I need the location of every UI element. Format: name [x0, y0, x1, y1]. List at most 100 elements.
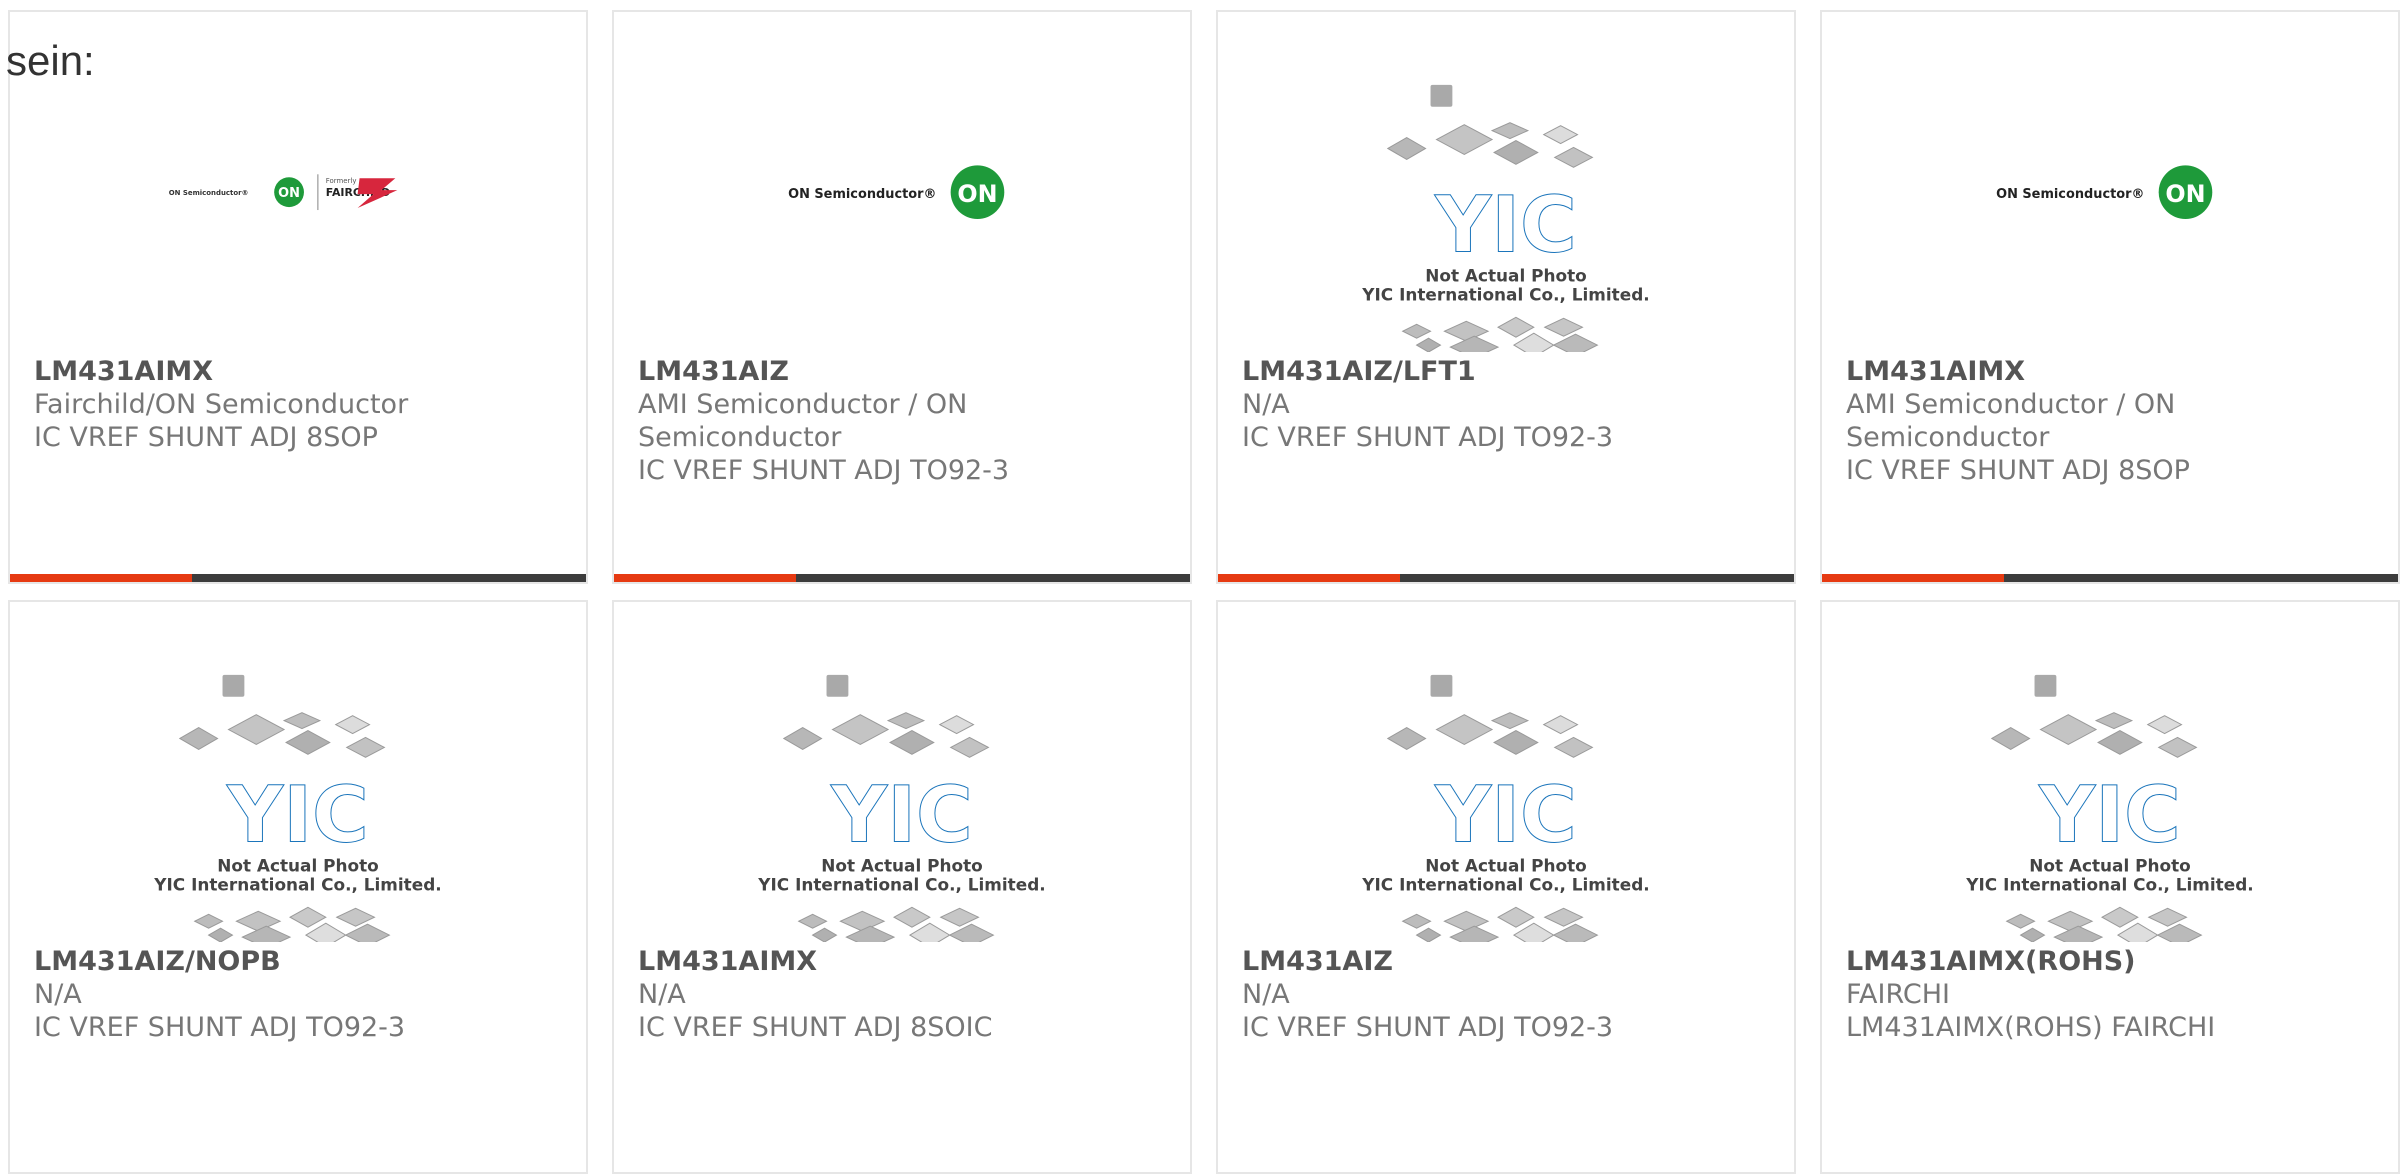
chip-icon [1552, 923, 1599, 942]
product-card[interactable]: ON Semiconductor® ON LM431AIZ AMI Semicondu… [612, 10, 1192, 584]
card-accent-bar [614, 574, 796, 582]
part-number[interactable]: LM431AIMX [34, 355, 534, 388]
product-card[interactable]: YIC Not Actual Photo YIC International Co.… [1216, 600, 1796, 1174]
not-actual-photo-caption: Not Actual Photo [217, 856, 378, 876]
on-semiconductor-wordmark: ON Semiconductor® [169, 189, 249, 197]
chip-icon [282, 712, 322, 730]
description: IC VREF SHUNT ADJ TO92-3 [1242, 1012, 1614, 1043]
chip-icon [2156, 923, 2203, 942]
part-number[interactable]: LM431AIZ [1242, 945, 1742, 978]
part-number[interactable]: LM431AIZ [638, 355, 1138, 388]
chip-icon [2047, 910, 2094, 932]
chip-icon [345, 736, 386, 758]
product-image[interactable]: ON Semiconductor® ON [614, 82, 1190, 352]
chip-icon [839, 910, 886, 932]
product-image[interactable]: YIC Not Actual Photo YIC International Co.… [1218, 672, 1794, 942]
product-card[interactable]: YIC Not Actual Photo YIC International Co.… [8, 600, 588, 1174]
chip-icon [334, 715, 371, 735]
chip-icon [2116, 922, 2159, 942]
product-image[interactable]: YIC Not Actual Photo YIC International Co.… [1218, 82, 1794, 352]
product-image[interactable]: YIC Not Actual Photo YIC International Co.… [614, 672, 1190, 942]
card-accent-bar [1822, 574, 2004, 582]
chip-icon [1497, 906, 1535, 928]
chip-icon [207, 927, 234, 942]
on-badge-label: ON [957, 180, 997, 208]
chip-icon [235, 910, 282, 932]
chip-icon [2101, 906, 2139, 928]
yic-logo: YIC [830, 771, 973, 861]
not-actual-photo-caption: Not Actual Photo [2029, 856, 2190, 876]
chip-icon [1430, 84, 1453, 107]
formerly-label: Formerly [326, 177, 357, 185]
chip-icon [193, 913, 224, 929]
part-number[interactable]: LM431AIZ/NOPB [34, 945, 534, 978]
part-number[interactable]: LM431AIMX(ROHS) [1846, 945, 2346, 978]
chip-icon [2053, 925, 2104, 942]
chip-icon [1552, 333, 1599, 352]
product-info: LM431AIZ AMI Semiconductor / ON Semicondu… [638, 355, 1138, 487]
product-card[interactable]: YIC Not Actual Photo YIC International Co.… [1216, 10, 1796, 584]
part-number[interactable]: LM431AIZ/LFT1 [1242, 355, 1742, 388]
chip-icon [1553, 146, 1594, 168]
yic-company-caption: YIC International Co., Limited. [1361, 284, 1649, 304]
chip-icon [886, 712, 926, 730]
chip-icon [797, 913, 828, 929]
not-actual-photo-caption: Not Actual Photo [1425, 856, 1586, 876]
card-bottom-bar [614, 574, 1190, 582]
manufacturer: Fairchild/ON Semiconductor [34, 389, 409, 420]
chip-icon [1512, 332, 1555, 352]
not-actual-photo-caption: Not Actual Photo [821, 856, 982, 876]
chip-icon [1490, 122, 1530, 140]
chip-icon [939, 907, 980, 927]
chip-icon [285, 729, 331, 755]
chip-icon [1542, 125, 1579, 145]
chip-icon [1497, 316, 1535, 338]
chip-icon [1415, 927, 1442, 942]
chip-icon [1493, 139, 1539, 165]
chip-icon [948, 923, 995, 942]
manufacturer: N/A [1242, 389, 1290, 420]
chip-icon [811, 927, 838, 942]
chip-icon [2097, 729, 2143, 755]
product-image[interactable]: YIC Not Actual Photo YIC International Co.… [1822, 672, 2398, 942]
chip-icon [831, 714, 890, 745]
heading-fragment: sein: [6, 37, 95, 84]
chip-icon [1415, 337, 1442, 352]
card-bottom-bar [10, 574, 586, 582]
chip-icon [344, 923, 391, 942]
chip-icon [1401, 323, 1432, 339]
chip-icon [2147, 907, 2188, 927]
product-image[interactable]: ON Semiconductor®ONFormerlyFAIRCHILD [10, 82, 586, 352]
product-card[interactable]: YIC Not Actual Photo YIC International Co.… [1820, 600, 2400, 1174]
chip-icon [845, 925, 896, 942]
product-card[interactable]: YIC Not Actual Photo YIC International Co.… [612, 600, 1192, 1174]
product-info: LM431AIZ/LFT1 N/A IC VREF SHUNT ADJ TO92-3 [1242, 355, 1742, 454]
product-info: LM431AIZ/NOPB N/A IC VREF SHUNT ADJ TO92-3 [34, 945, 534, 1044]
product-image[interactable]: ON Semiconductor® ON [1822, 82, 2398, 352]
chip-icon [1543, 317, 1584, 337]
product-card[interactable]: ON Semiconductor®ONFormerlyFAIRCHILDLM43… [8, 10, 588, 584]
fairchild-logo-icon [357, 178, 398, 209]
description: IC VREF SHUNT ADJ 8SOP [1846, 455, 2190, 486]
product-info: LM431AIMX(ROHS) FAIRCHI LM431AIMX(ROHS) FA… [1846, 945, 2346, 1044]
card-bottom-bar [1822, 574, 2398, 582]
description: IC VREF SHUNT ADJ 8SOP [34, 422, 378, 453]
part-number[interactable]: LM431AIMX [1846, 355, 2346, 388]
product-image[interactable]: YIC Not Actual Photo YIC International Co.… [10, 672, 586, 942]
yic-company-caption: YIC International Co., Limited. [1361, 874, 1649, 894]
manufacturer: AMI Semiconductor / ON Semiconductor [638, 389, 968, 453]
chip-icon [2094, 712, 2134, 730]
chip-icon [2034, 674, 2057, 697]
chip-icon [889, 729, 935, 755]
yic-logo: YIC [226, 771, 369, 861]
chip-icon [2005, 913, 2036, 929]
chip-icon [949, 736, 990, 758]
manufacturer: FAIRCHI [1846, 979, 1951, 1010]
part-number[interactable]: LM431AIMX [638, 945, 1138, 978]
chip-icon [178, 726, 219, 750]
on-semiconductor-wordmark: ON Semiconductor® [1996, 187, 2144, 202]
chip-icon [938, 715, 975, 735]
chip-icon [227, 714, 286, 745]
product-card[interactable]: ON Semiconductor® ON LM431AIMX AMI Semicond… [1820, 10, 2400, 584]
chip-icon [289, 906, 327, 928]
